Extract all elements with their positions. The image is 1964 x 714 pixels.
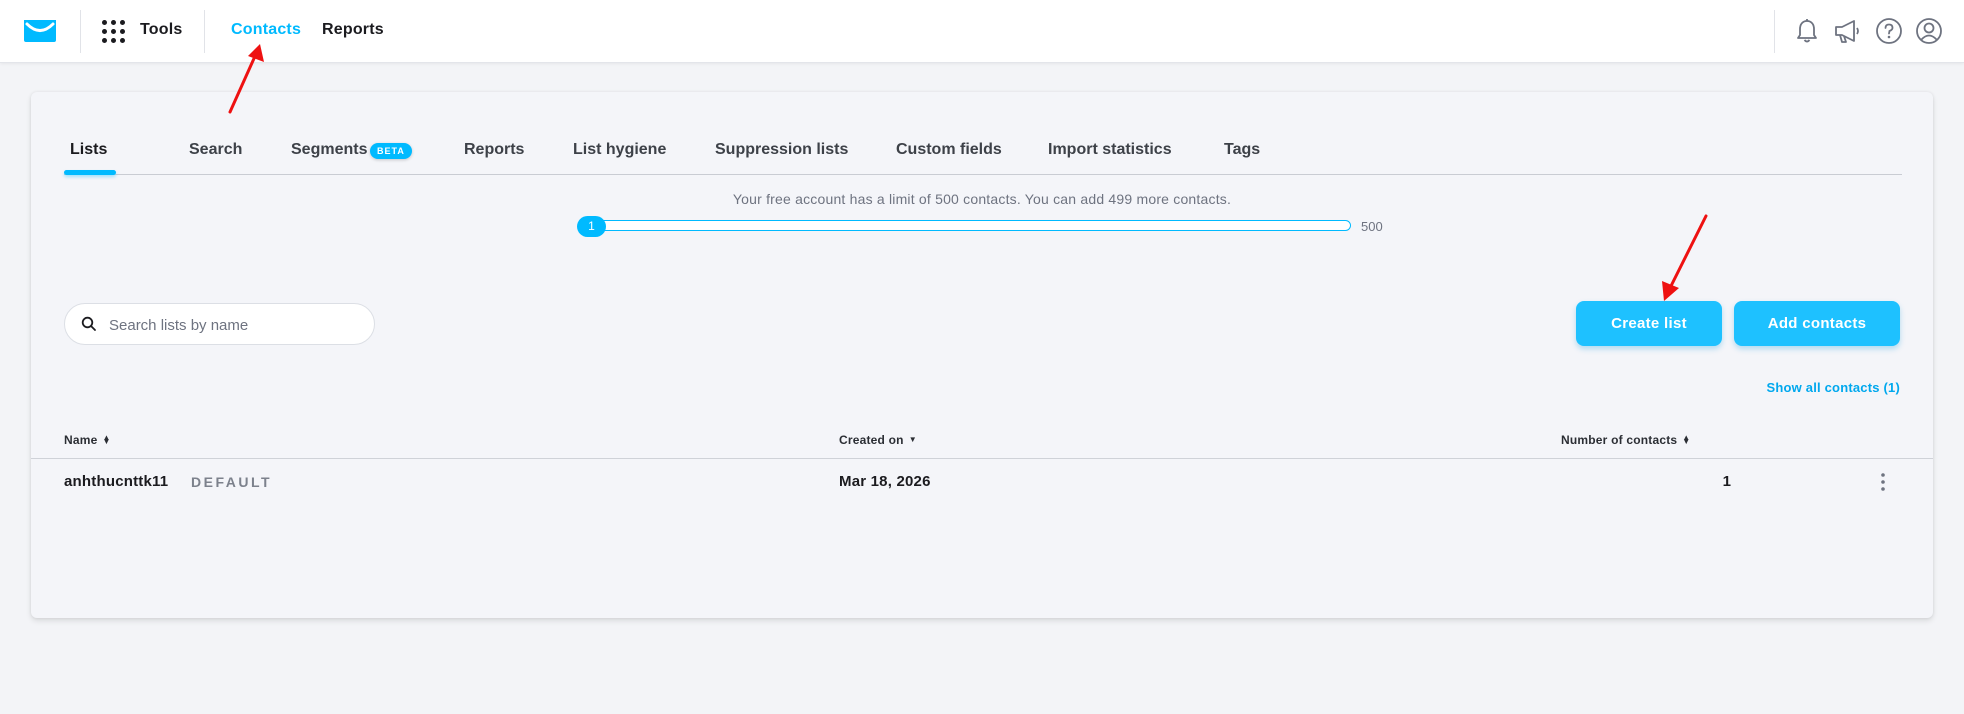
topbar-divider: [1774, 10, 1775, 53]
add-contacts-button[interactable]: Add contacts: [1734, 301, 1900, 346]
column-header-number-of-contacts[interactable]: Number of contacts ▲ ▼: [1561, 433, 1690, 447]
tab-search[interactable]: Search: [189, 141, 242, 159]
megaphone-icon[interactable]: [1832, 16, 1862, 46]
search-icon: [81, 316, 96, 331]
sort-down-icon: ▼: [908, 435, 917, 444]
apps-grid-icon[interactable]: [102, 20, 126, 44]
contact-limit-max: 500: [1361, 219, 1383, 234]
column-header-created-on[interactable]: Created on ▼: [839, 433, 917, 447]
beta-badge: BETA: [370, 143, 412, 159]
contact-limit-current: 1: [577, 216, 606, 237]
list-contact-count: 1: [1722, 473, 1731, 490]
contacts-panel: Lists Search Segments BETA Reports List …: [31, 92, 1933, 618]
tab-reports[interactable]: Reports: [464, 141, 524, 159]
sort-both-icon: ▲ ▼: [102, 433, 111, 446]
tab-list-hygiene[interactable]: List hygiene: [573, 141, 666, 159]
topbar-divider: [204, 10, 205, 53]
search-lists-input[interactable]: [109, 314, 359, 336]
column-header-name-label: Name: [64, 433, 98, 447]
topbar-divider: [80, 10, 81, 53]
getresponse-logo-icon[interactable]: [23, 18, 57, 44]
tab-tags[interactable]: Tags: [1224, 141, 1260, 159]
row-more-options-icon[interactable]: [1873, 471, 1893, 493]
column-header-created-label: Created on: [839, 433, 904, 447]
tab-segments[interactable]: Segments: [291, 141, 367, 159]
user-account-icon[interactable]: [1914, 16, 1944, 46]
table-header-divider: [31, 458, 1933, 459]
contacts-tabs: Lists Search Segments BETA Reports List …: [64, 92, 1902, 175]
tab-custom-fields[interactable]: Custom fields: [896, 141, 1002, 159]
help-icon[interactable]: [1874, 16, 1904, 46]
contact-limit-bar: [579, 220, 1351, 231]
sort-both-icon: ▲ ▼: [1682, 433, 1691, 446]
column-header-name[interactable]: Name ▲ ▼: [64, 433, 111, 447]
create-list-button[interactable]: Create list: [1576, 301, 1722, 346]
list-name[interactable]: anhthucnttk11: [64, 473, 168, 490]
tab-suppression-lists[interactable]: Suppression lists: [715, 141, 848, 159]
tab-import-statistics[interactable]: Import statistics: [1048, 141, 1172, 159]
tools-menu[interactable]: Tools: [140, 21, 182, 39]
column-header-count-label: Number of contacts: [1561, 433, 1678, 447]
default-badge: DEFAULT: [191, 474, 273, 490]
nav-contacts[interactable]: Contacts: [231, 21, 301, 39]
list-created-on: Mar 18, 2026: [839, 473, 931, 490]
nav-reports[interactable]: Reports: [322, 21, 384, 39]
contact-limit-text: Your free account has a limit of 500 con…: [732, 191, 1232, 207]
bell-icon[interactable]: [1792, 16, 1822, 46]
search-lists-box: [64, 303, 375, 345]
active-tab-indicator: [64, 170, 116, 175]
show-all-contacts-link[interactable]: Show all contacts (1): [1766, 380, 1900, 395]
top-navigation-bar: Tools Contacts Reports: [0, 0, 1964, 63]
tab-lists[interactable]: Lists: [70, 141, 107, 159]
